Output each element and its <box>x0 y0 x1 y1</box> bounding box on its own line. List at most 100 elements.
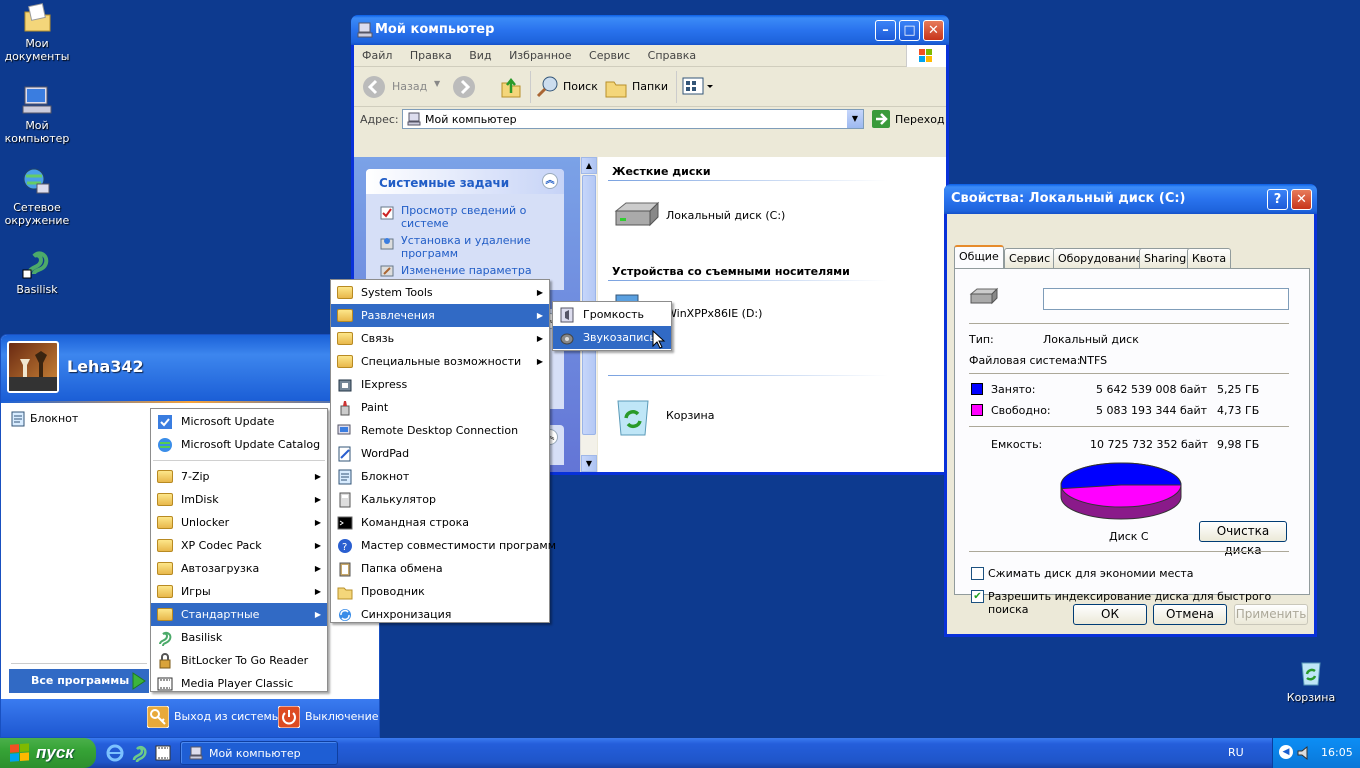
menu-item-basilisk[interactable]: Basilisk <box>151 626 327 649</box>
chevron-down-icon[interactable]: ▼ <box>847 110 863 128</box>
pinned-label: Блокнот <box>30 412 79 425</box>
help-button[interactable]: ? <box>1267 189 1288 210</box>
menu-view[interactable]: Вид <box>469 49 491 62</box>
menu-item-update-catalog[interactable]: Microsoft Update Catalog <box>151 433 327 456</box>
views-button[interactable] <box>682 76 714 99</box>
desktop-icon-my-documents[interactable]: Мои документы <box>0 2 74 63</box>
ok-button[interactable]: ОК <box>1073 604 1147 625</box>
task-add-remove[interactable]: Установка и удаление программ <box>380 234 560 260</box>
speaker-icon[interactable] <box>1295 744 1313 762</box>
menu-item-командная-строка[interactable]: Командная строка <box>331 511 549 534</box>
scroll-down-icon[interactable]: ▼ <box>581 455 597 472</box>
menu-item-remote-desktop-connection[interactable]: Remote Desktop Connection <box>331 419 549 442</box>
menu-item-microsoft-update[interactable]: Microsoft Update <box>151 410 327 433</box>
compress-checkbox[interactable] <box>971 567 984 580</box>
volume-label-input[interactable] <box>1043 288 1289 310</box>
internet-explorer-icon[interactable] <box>106 744 124 762</box>
fs-label: Файловая система: <box>969 354 1081 367</box>
explorer-titlebar[interactable]: Мой компьютер – □ ✕ <box>351 15 949 45</box>
folder-icon <box>157 539 173 552</box>
folder-icon <box>337 286 353 299</box>
disk-usage-pie <box>1060 462 1182 520</box>
all-programs-button[interactable]: Все программы <box>9 669 149 693</box>
shutdown-label: Выключение <box>305 710 379 723</box>
tab-quota[interactable]: Квота <box>1187 248 1232 268</box>
desktop-icon-network[interactable]: Сетевое окружение <box>0 166 74 227</box>
system-info-icon <box>380 206 394 220</box>
tab-tools[interactable]: Сервис <box>1004 248 1056 268</box>
forward-button[interactable] <box>452 75 476 99</box>
apply-button[interactable]: Применить <box>1234 604 1308 625</box>
menu-item-label: Microsoft Update Catalog <box>181 438 321 451</box>
menu-item-unlocker[interactable]: Unlocker ▶ <box>151 511 327 534</box>
menu-item-system-tools[interactable]: System Tools ▶ <box>331 281 549 304</box>
menu-item-bitlocker-to-go-reader[interactable]: BitLocker To Go Reader <box>151 649 327 672</box>
local-disk-item[interactable]: Локальный диск (C:) <box>612 199 792 235</box>
menu-item-связь[interactable]: Связь ▶ <box>331 327 549 350</box>
cancel-button[interactable]: Отмена <box>1153 604 1227 625</box>
menu-file[interactable]: Файл <box>362 49 392 62</box>
menu-item-синхронизация[interactable]: Синхронизация <box>331 603 549 626</box>
task-change-setting[interactable]: Изменение параметра <box>380 264 560 277</box>
up-folder-icon[interactable] <box>500 75 522 99</box>
pinned-notepad[interactable]: Блокнот <box>9 410 149 428</box>
menu-item-7-zip[interactable]: 7-Zip ▶ <box>151 465 327 488</box>
menu-favorites[interactable]: Избранное <box>509 49 571 62</box>
language-indicator[interactable]: RU <box>1228 746 1244 759</box>
close-button[interactable]: ✕ <box>923 20 944 41</box>
menu-item-label: Unlocker <box>181 516 230 529</box>
basilisk-icon[interactable] <box>130 744 148 762</box>
menu-item-xp-codec-pack[interactable]: XP Codec Pack ▶ <box>151 534 327 557</box>
collapse-icon[interactable]: ︽ <box>542 173 558 189</box>
desktop-icon-recycle-bin[interactable]: Корзина <box>1274 656 1348 704</box>
menu-item-игры[interactable]: Игры ▶ <box>151 580 327 603</box>
tab-sharing[interactable]: Sharing <box>1139 248 1192 268</box>
menu-item-калькулятор[interactable]: Калькулятор <box>331 488 549 511</box>
menu-item-media-player-classic[interactable]: Media Player Classic <box>151 672 327 695</box>
menu-item-специальные-возможности[interactable]: Специальные возможности ▶ <box>331 350 549 373</box>
menu-item-label: IExpress <box>361 378 408 391</box>
folder-icon <box>157 585 173 598</box>
menu-item-label: Remote Desktop Connection <box>361 424 519 437</box>
menu-item-imdisk[interactable]: ImDisk ▶ <box>151 488 327 511</box>
scroll-up-icon[interactable]: ▲ <box>581 157 597 174</box>
address-input[interactable]: Мой компьютер ▼ <box>402 109 864 129</box>
recycle-bin-item[interactable]: Корзина <box>612 393 792 437</box>
tab-general[interactable]: Общие <box>954 245 1004 268</box>
start-button[interactable]: пуск <box>0 738 96 768</box>
menu-item-label: Специальные возможности <box>361 355 522 368</box>
menu-item-блокнот[interactable]: Блокнот <box>331 465 549 488</box>
properties-titlebar[interactable]: Свойства: Локальный диск (C:) ? ✕ <box>944 184 1317 214</box>
close-button[interactable]: ✕ <box>1291 189 1312 210</box>
menu-tools[interactable]: Сервис <box>589 49 630 62</box>
menu-item-проводник[interactable]: Проводник <box>331 580 549 603</box>
desktop-icon-my-computer[interactable]: Мой компьютер <box>0 84 74 145</box>
taskbar-button-my-computer[interactable]: Мой компьютер <box>180 741 338 765</box>
task-view-system[interactable]: Просмотр сведений о системе <box>380 204 560 230</box>
avatar[interactable] <box>7 341 59 393</box>
minimize-button[interactable]: – <box>875 20 896 41</box>
menu-item-paint[interactable]: Paint <box>331 396 549 419</box>
menu-item-папка-обмена[interactable]: Папка обмена <box>331 557 549 580</box>
menu-edit[interactable]: Правка <box>410 49 452 62</box>
desktop-icon-basilisk[interactable]: Basilisk <box>0 248 74 296</box>
index-checkbox[interactable]: ✔ <box>971 590 984 603</box>
menu-help[interactable]: Справка <box>648 49 696 62</box>
menu-item-мастер-совместимости-программ[interactable]: ? Мастер совместимости программ <box>331 534 556 557</box>
maximize-button[interactable]: □ <box>899 20 920 41</box>
item-label: WinXPPx86IE (D:) <box>666 307 763 320</box>
menu-item-автозагрузка[interactable]: Автозагрузка ▶ <box>151 557 327 580</box>
menu-item-развлечения[interactable]: Развлечения ▶ <box>331 304 549 327</box>
system-tasks-header[interactable]: Системные задачи ︽ <box>366 169 564 194</box>
menu-item-label: WordPad <box>361 447 410 460</box>
chevron-left-icon[interactable]: ◀ <box>1279 745 1293 759</box>
menu-item-label: 7-Zip <box>181 470 210 483</box>
chevron-down-icon[interactable]: ▼ <box>434 79 440 88</box>
menu-item-volume[interactable]: Громкость <box>553 303 671 326</box>
disk-cleanup-button[interactable]: Очистка диска <box>1199 521 1287 557</box>
media-player-icon[interactable] <box>154 744 172 762</box>
menu-item-iexpress[interactable]: IExpress <box>331 373 549 396</box>
menu-item-wordpad[interactable]: WordPad <box>331 442 549 465</box>
tab-hardware[interactable]: Оборудование <box>1053 248 1148 268</box>
menu-item-стандартные[interactable]: Стандартные ▶ <box>151 603 327 626</box>
